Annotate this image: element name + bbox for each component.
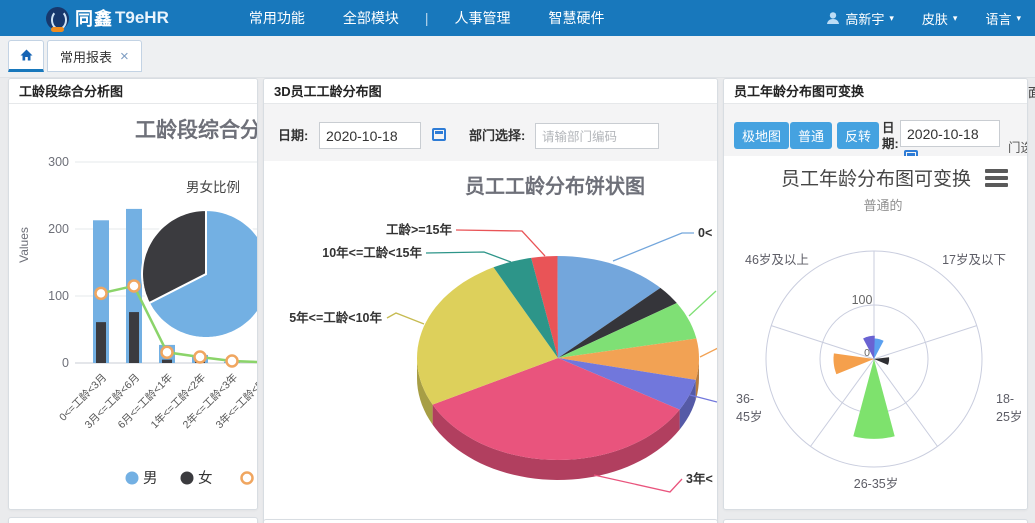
svg-text:0: 0 [62, 356, 69, 370]
panel-next-row [263, 519, 718, 523]
panel-title: 工龄段综合分析图 [9, 79, 257, 104]
panel-age-distribution: 员工年龄分布图可变换 极地图 普通 反转 日期: 门选 员工年龄分布图可变换普通… [723, 78, 1028, 510]
svg-text:工龄>=15年: 工龄>=15年 [386, 222, 453, 237]
close-icon[interactable]: × [120, 49, 129, 64]
panel-title: 3D员工工龄分布图 [264, 79, 717, 104]
panel-seniority-analysis: 工龄段综合分析图 0100200300Values工龄段综合分析图0<=工龄<3… [8, 78, 258, 510]
tab-label: 常用报表 [60, 47, 112, 66]
svg-text:36-: 36- [736, 392, 754, 406]
legend-item[interactable] [242, 473, 253, 484]
svg-text:300: 300 [48, 155, 69, 169]
skin-menu[interactable]: 皮肤 ▾ [922, 9, 958, 28]
language-label: 语言 [985, 9, 1011, 28]
svg-text:18-: 18- [996, 392, 1014, 406]
panel-next-row [8, 517, 258, 523]
chevron-down-icon: ▾ [889, 13, 894, 24]
panel-title: 员工年龄分布图可变换 [724, 79, 1027, 104]
svg-text:25岁: 25岁 [996, 409, 1022, 424]
skin-label: 皮肤 [922, 9, 948, 28]
department-label: 部门选择: [469, 125, 525, 144]
user-icon [826, 11, 840, 25]
seniority-pie-chart: 员工工龄分布饼状图工龄>=15年 10年<=工龄<15年 5年<=工龄<10年 0< 3… [264, 161, 717, 523]
date-input[interactable] [319, 122, 421, 149]
date-label: 日期: [882, 120, 898, 152]
normal-button[interactable]: 普通 [790, 122, 832, 149]
svg-text:0: 0 [864, 347, 870, 359]
brand-logo: 同鑫 T9eHR [46, 5, 169, 31]
mid-toolbar: 日期: 部门选择: [264, 104, 717, 161]
svg-text:45岁: 45岁 [736, 409, 762, 424]
svg-text:3年<: 3年< [686, 471, 713, 486]
department-input[interactable] [535, 123, 659, 149]
menu-item-hr-management[interactable]: 人事管理 [455, 8, 511, 28]
invert-button[interactable]: 反转 [837, 122, 879, 149]
tab-common-reports[interactable]: 常用报表 × [47, 40, 142, 72]
chevron-down-icon: ▾ [1016, 13, 1021, 24]
app-root: 同鑫 T9eHR 常用功能 全部模块 | 人事管理 智慧硬件 高新宇 ▾ 皮肤 … [0, 0, 1035, 523]
svg-text:男女比例: 男女比例 [186, 179, 240, 195]
age-polar-chart: 员工年龄分布图可变换普通的 100 0 46岁及以上 17岁及以下 18- 25岁 36- 45… [724, 156, 1027, 510]
language-menu[interactable]: 语言 ▾ [985, 9, 1021, 28]
legend-label[interactable]: 男 [143, 471, 158, 487]
svg-text:100: 100 [852, 293, 873, 307]
panel-3d-seniority-pie: 3D员工工龄分布图 日期: 部门选择: 员工工龄分布饼状图工龄>=15年 10年<… [263, 78, 718, 523]
svg-text:26-35岁: 26-35岁 [854, 476, 898, 491]
legend-label[interactable]: 女 [198, 469, 213, 487]
user-menu[interactable]: 高新宇 ▾ [826, 9, 894, 28]
svg-text:普通的: 普通的 [863, 198, 902, 213]
chevron-down-icon: ▾ [953, 13, 958, 24]
svg-text:100: 100 [48, 289, 69, 303]
svg-text:员工工龄分布饼状图: 员工工龄分布饼状图 [465, 174, 645, 198]
date-label: 日期: [278, 125, 308, 144]
menu-item-common-functions[interactable]: 常用功能 [249, 8, 305, 28]
tab-home[interactable] [8, 40, 44, 72]
svg-text:200: 200 [48, 222, 69, 236]
svg-text:46岁及以上: 46岁及以上 [745, 252, 809, 267]
brand-name-cn: 同鑫 [75, 5, 113, 31]
polar-chart-button[interactable]: 极地图 [734, 122, 789, 149]
svg-text:员工年龄分布图可变换: 员工年龄分布图可变换 [781, 168, 971, 190]
right-toolbar: 极地图 普通 反转 日期: 门选 [724, 104, 1027, 156]
svg-text:10年<=工龄<15年: 10年<=工龄<15年 [322, 245, 422, 260]
department-label-clipped: 门选 [1008, 137, 1028, 156]
svg-text:5年<=工龄<10年: 5年<=工龄<10年 [289, 310, 382, 325]
seniority-combo-chart-svg: 0100200300Values工龄段综合分析图0<=工龄<3月3月<=工龄<6… [9, 104, 257, 510]
user-name: 高新宇 [845, 9, 884, 28]
navbar-right: 高新宇 ▾ 皮肤 ▾ 语言 ▾ [826, 9, 1021, 28]
date-input[interactable] [900, 120, 1000, 147]
svg-text:Values: Values [17, 227, 31, 263]
main-menu: 常用功能 全部模块 | 人事管理 智慧硬件 [249, 8, 605, 28]
seniority-combo-chart: 0100200300Values工龄段综合分析图0<=工龄<3月3月<=工龄<6… [9, 104, 257, 510]
menu-divider: | [425, 10, 429, 26]
top-navbar: 同鑫 T9eHR 常用功能 全部模块 | 人事管理 智慧硬件 高新宇 ▾ 皮肤 … [0, 0, 1035, 36]
calendar-icon[interactable] [432, 128, 446, 141]
panel-next-row [723, 519, 1028, 523]
age-polar-chart-svg: 员工年龄分布图可变换普通的 100 0 46岁及以上 17岁及以下 18- 25岁 36- 45… [724, 156, 1027, 509]
legend-item[interactable] [181, 472, 194, 485]
legend-item[interactable] [126, 472, 139, 485]
svg-text:工龄段综合分析图: 工龄段综合分析图 [135, 118, 257, 142]
svg-text:0<: 0< [698, 226, 712, 240]
svg-text:17岁及以下: 17岁及以下 [942, 252, 1006, 267]
globe-logo-icon [46, 7, 69, 30]
menu-item-all-modules[interactable]: 全部模块 [343, 8, 399, 28]
menu-item-smart-hardware[interactable]: 智慧硬件 [549, 8, 605, 28]
home-icon [19, 48, 34, 62]
seniority-pie-chart-svg: 员工工龄分布饼状图工龄>=15年 10年<=工龄<15年 5年<=工龄<10年 0< 3… [264, 161, 717, 523]
tab-bar: 常用报表 × 自定义桌面 [0, 36, 1035, 78]
chart-menu-icon[interactable] [985, 169, 1008, 187]
brand-name-en: T9eHR [115, 8, 169, 28]
